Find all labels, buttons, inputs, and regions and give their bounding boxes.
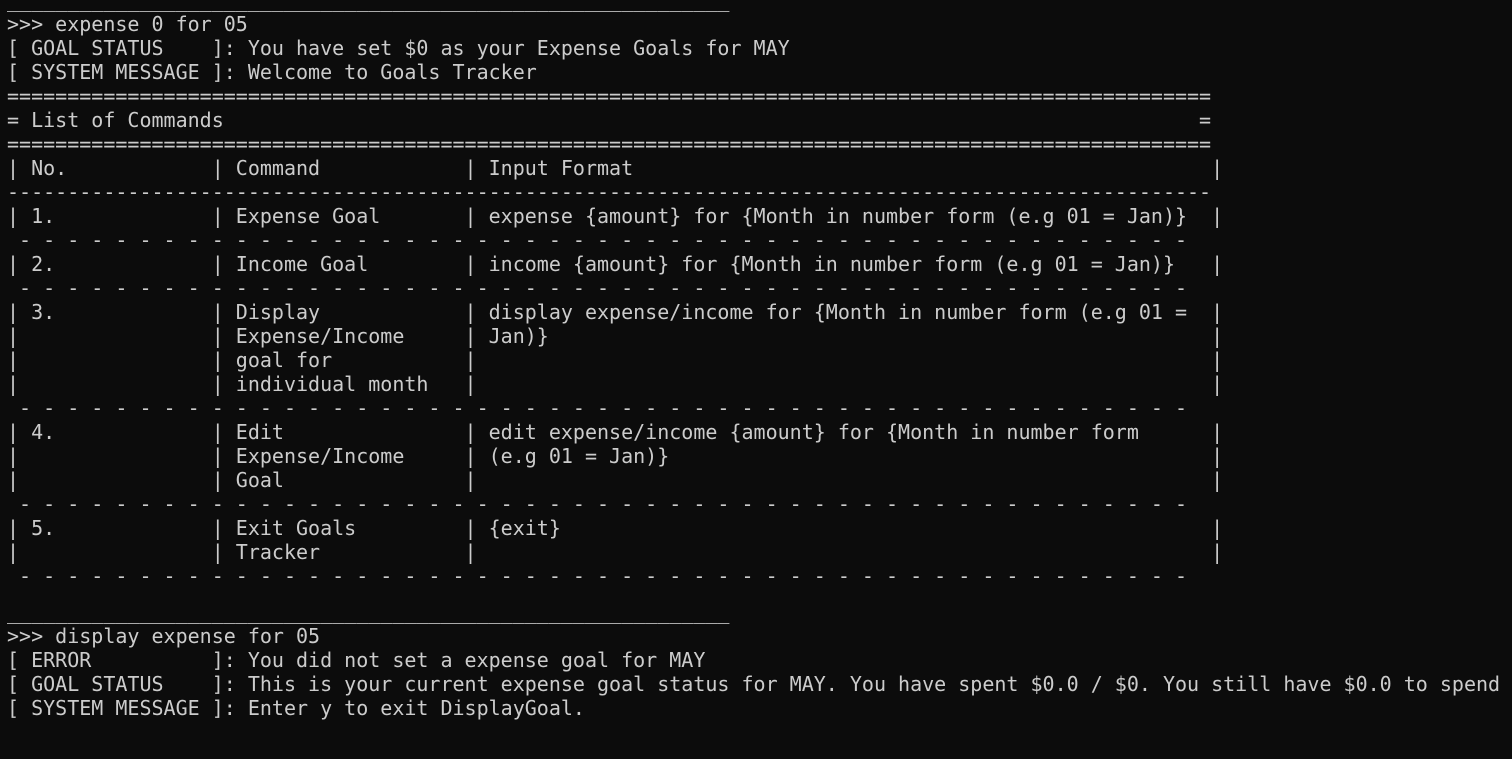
terminal-line: | | goal for | | (7, 348, 1224, 372)
terminal-line: - - - - - - - - - - - - - - - - - - - - … (7, 396, 1200, 420)
terminal-line: ________________________________________… (7, 0, 730, 12)
terminal-line: ________________________________________… (7, 732, 730, 747)
terminal-output: ________________________________________… (7, 0, 1512, 747)
terminal-line: | 5. | Exit Goals | {exit} | (7, 516, 1224, 540)
terminal-line: [ SYSTEM MESSAGE ]: Welcome to Goals Tra… (7, 60, 537, 84)
terminal-line: [ GOAL STATUS ]: You have set $0 as your… (7, 36, 790, 60)
terminal-line: >>> expense 0 for 05 (7, 12, 248, 36)
terminal-window[interactable]: ________________________________________… (0, 0, 1512, 747)
terminal-line: ----------------------------------------… (7, 180, 1212, 204)
terminal-line: | | Goal | | (7, 468, 1224, 492)
terminal-line: [ ERROR ]: You did not set a expense goa… (7, 648, 706, 672)
terminal-line: [ SYSTEM MESSAGE ]: Enter y to exit Disp… (7, 696, 585, 720)
terminal-line: | | Tracker | | (7, 540, 1224, 564)
terminal-line: ========================================… (7, 132, 1212, 156)
terminal-line: | | individual month | | (7, 372, 1224, 396)
terminal-line: | 4. | Edit | edit expense/income {amoun… (7, 420, 1224, 444)
terminal-line: | | Expense/Income | Jan)} | (7, 324, 1224, 348)
terminal-line: | 1. | Expense Goal | expense {amount} f… (7, 204, 1224, 228)
terminal-line: | 2. | Income Goal | income {amount} for… (7, 252, 1224, 276)
terminal-line: - - - - - - - - - - - - - - - - - - - - … (7, 564, 1200, 588)
terminal-line: = List of Commands = (7, 108, 1212, 132)
terminal-line: - - - - - - - - - - - - - - - - - - - - … (7, 492, 1200, 516)
terminal-line: ========================================… (7, 84, 1212, 108)
terminal-line: >>> display expense for 05 (7, 624, 321, 648)
terminal-line: | 3. | Display | display expense/income … (7, 300, 1224, 324)
terminal-line: ________________________________________… (7, 600, 730, 624)
terminal-line: - - - - - - - - - - - - - - - - - - - - … (7, 228, 1200, 252)
terminal-line: - - - - - - - - - - - - - - - - - - - - … (7, 276, 1200, 300)
terminal-line: | | Expense/Income | (e.g 01 = Jan)} | (7, 444, 1224, 468)
terminal-line: [ GOAL STATUS ]: This is your current ex… (7, 672, 1501, 696)
terminal-line: | No. | Command | Input Format | (7, 156, 1224, 180)
